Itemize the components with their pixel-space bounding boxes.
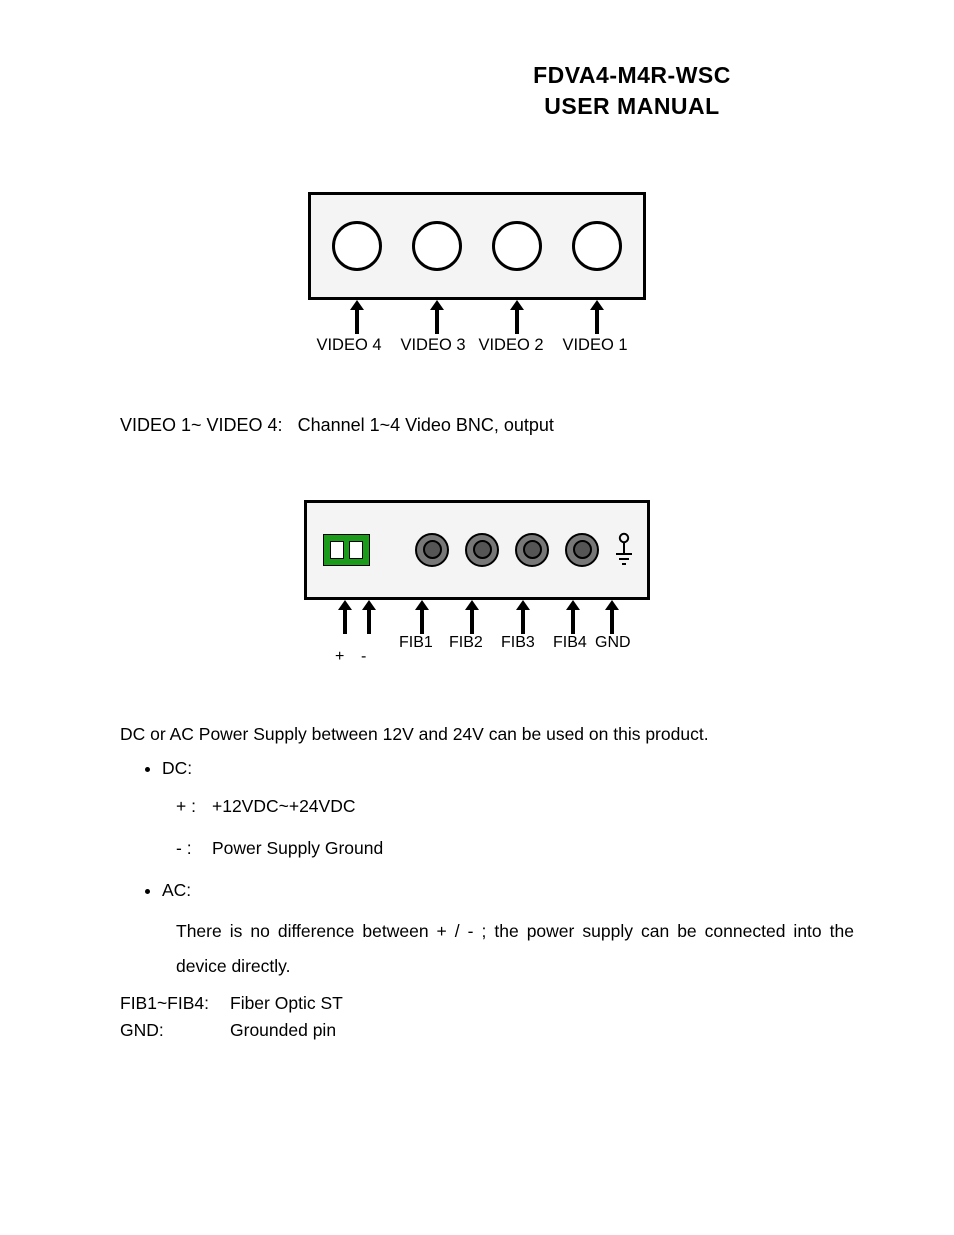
video-label-row: VIDEO 4 VIDEO 3 VIDEO 2 VIDEO 1	[312, 336, 642, 355]
gnd-key: GND:	[120, 1017, 230, 1044]
bnc-connector-icon	[492, 221, 542, 271]
gnd-value: Grounded pin	[230, 1017, 336, 1044]
fib-port-label: FIB3	[501, 634, 535, 652]
arrow-up-icon	[465, 600, 479, 634]
terminal-pin-icon	[330, 541, 344, 559]
fiber-st-connector-icon	[565, 533, 599, 567]
gnd-label: GND	[595, 634, 631, 652]
fiber-st-connector-icon	[415, 533, 449, 567]
video-panel-diagram: VIDEO 4 VIDEO 3 VIDEO 2 VIDEO 1	[100, 192, 854, 355]
terminal-block-icon	[323, 534, 370, 566]
fib-port-label: FIB2	[449, 634, 483, 652]
fib-label-row: FIB1 FIB2 FIB3 FIB4 GND + -	[317, 634, 637, 672]
video-port-label: VIDEO 1	[558, 336, 632, 355]
ground-symbol-icon	[615, 532, 633, 568]
doc-title-line2: USER MANUAL	[410, 91, 854, 122]
doc-header: FDVA4-M4R-WSC USER MANUAL	[410, 60, 854, 122]
arrow-up-icon	[516, 600, 530, 634]
video-port-label: VIDEO 4	[312, 336, 386, 355]
video-desc-key: VIDEO 1~ VIDEO 4:	[120, 415, 283, 435]
arrow-up-icon	[510, 300, 524, 334]
power-description-block: DC or AC Power Supply between 12V and 24…	[100, 720, 854, 984]
fib-arrow-row	[322, 600, 632, 634]
bnc-connector-icon	[332, 221, 382, 271]
fiber-st-connector-icon	[515, 533, 549, 567]
terminal-pin-icon	[349, 541, 363, 559]
power-fiber-panel-box	[304, 500, 650, 600]
ac-description-text: There is no difference between + / - ; t…	[176, 914, 854, 984]
dc-positive-text: +12VDC~+24VDC	[212, 792, 356, 820]
ac-title: AC:	[162, 880, 191, 900]
arrow-up-icon	[590, 300, 604, 334]
arrow-up-icon	[362, 600, 376, 634]
definitions-block: FIB1~FIB4: Fiber Optic ST GND: Grounded …	[120, 990, 854, 1044]
dc-positive-symbol: + :	[176, 792, 212, 820]
arrow-up-icon	[566, 600, 580, 634]
fib-port-label: FIB4	[553, 634, 587, 652]
bnc-connector-icon	[572, 221, 622, 271]
video-panel-box	[308, 192, 646, 300]
video-port-label: VIDEO 3	[396, 336, 470, 355]
dc-title: DC:	[162, 758, 192, 778]
arrow-up-icon	[350, 300, 364, 334]
arrow-up-icon	[605, 600, 619, 634]
power-fiber-panel-diagram: FIB1 FIB2 FIB3 FIB4 GND + -	[100, 500, 854, 672]
video-desc-value: Channel 1~4 Video BNC, output	[298, 415, 554, 435]
fiber-st-connector-icon	[465, 533, 499, 567]
fib-range-key: FIB1~FIB4:	[120, 990, 230, 1017]
power-positive-label: +	[335, 648, 344, 666]
arrow-up-icon	[338, 600, 352, 634]
video-arrow-row	[311, 300, 643, 334]
power-intro-text: DC or AC Power Supply between 12V and 24…	[120, 720, 854, 748]
power-negative-label: -	[361, 648, 366, 666]
video-description: VIDEO 1~ VIDEO 4: Channel 1~4 Video BNC,…	[100, 411, 854, 440]
arrow-up-icon	[415, 600, 429, 634]
video-port-label: VIDEO 2	[474, 336, 548, 355]
dc-negative-text: Power Supply Ground	[212, 834, 383, 862]
fib-range-value: Fiber Optic ST	[230, 990, 343, 1017]
dc-negative-symbol: - :	[176, 834, 212, 862]
fib-port-label: FIB1	[399, 634, 433, 652]
doc-title-line1: FDVA4-M4R-WSC	[410, 60, 854, 91]
bnc-connector-icon	[412, 221, 462, 271]
arrow-up-icon	[430, 300, 444, 334]
